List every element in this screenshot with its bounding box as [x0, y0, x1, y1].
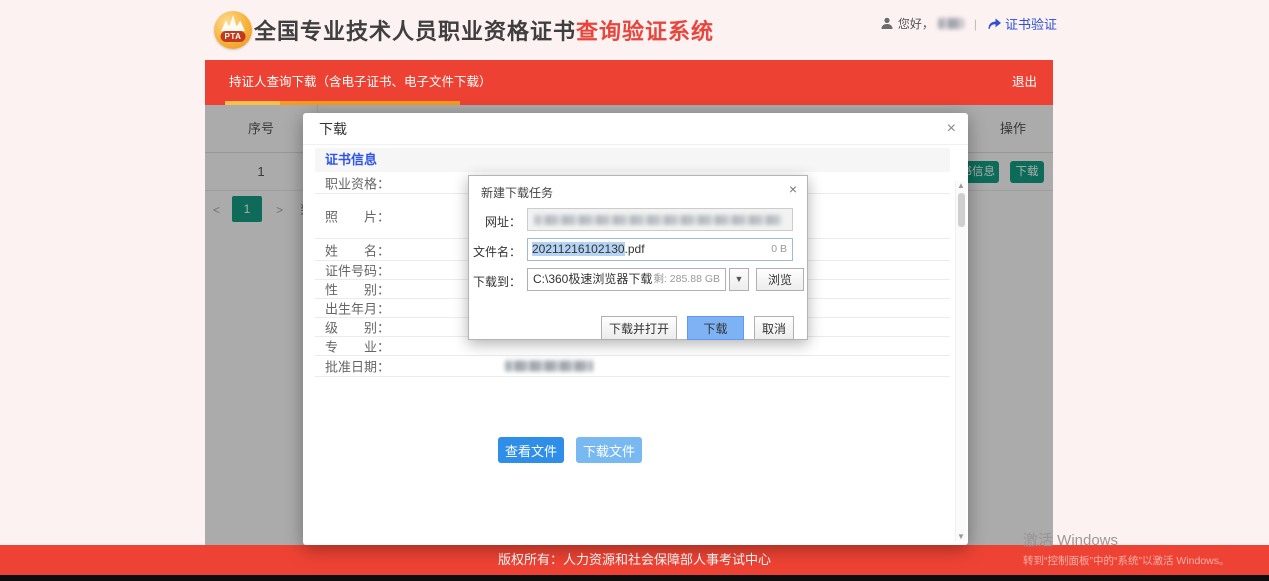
url-field	[527, 208, 793, 231]
file-buttons: 查看文件 下载文件	[498, 437, 642, 463]
scroll-down-icon[interactable]: ▼	[956, 532, 966, 541]
masked-approve-date	[505, 361, 593, 372]
filename-extension: .pdf	[625, 242, 645, 256]
field-approve-date: 批准日期：	[315, 356, 950, 377]
saveto-path-select[interactable]: C:\360极速浏览器下载 剩: 285.88 GB	[527, 268, 726, 291]
filename-label: 文件名：	[469, 243, 521, 260]
page-title-accent: 查询验证系统	[576, 19, 714, 44]
saveto-dropdown-arrow-icon[interactable]: ▼	[729, 268, 749, 291]
screen-bottom-edge	[0, 575, 1269, 581]
tab-holder-query-download[interactable]: 持证人查询下载（含电子证书、电子文件下载）	[205, 60, 516, 105]
view-file-button[interactable]: 查看文件	[498, 437, 564, 463]
divider: |	[974, 17, 977, 31]
greeting-text: 您好，	[898, 15, 934, 32]
modal-scrollbar[interactable]: ▲ ▼	[955, 181, 966, 541]
scrollbar-thumb[interactable]	[958, 193, 965, 227]
modal-close-icon[interactable]: ×	[947, 113, 956, 145]
nav-bar: 持证人查询下载（含电子证书、电子文件下载） 退出	[205, 60, 1053, 105]
certificate-verify-link[interactable]: 证书验证	[987, 14, 1057, 33]
free-space: 剩: 285.88 GB	[653, 269, 720, 290]
file-size: 0 B	[771, 239, 787, 260]
download-and-open-button[interactable]: 下载并打开	[601, 316, 677, 340]
share-arrow-icon	[987, 17, 1002, 30]
top-header: PTA 全国专业技术人员职业资格证书查询验证系统 您好， | 证书验证	[0, 0, 1269, 60]
dialog-cancel-button[interactable]: 取消	[754, 316, 794, 340]
pta-logo-icon: PTA	[214, 11, 252, 49]
saveto-label: 下载到：	[469, 273, 521, 290]
dialog-download-button[interactable]: 下载	[687, 316, 744, 340]
copyright-text: 版权所有：人力资源和社会保障部人事考试中心	[498, 552, 771, 567]
masked-username	[938, 18, 964, 29]
modal-header: 下载 ×	[303, 113, 968, 145]
scroll-up-icon[interactable]: ▲	[956, 181, 966, 190]
download-file-button[interactable]: 下载文件	[576, 437, 642, 463]
new-download-task-dialog: 新建下载任务 × 网址： 文件名： 20211216102130.pdf 0 B…	[468, 175, 808, 340]
filename-input[interactable]: 20211216102130.pdf 0 B	[527, 238, 793, 261]
page-title-main: 全国专业技术人员职业资格证书	[254, 19, 576, 44]
footer: 版权所有：人力资源和社会保障部人事考试中心	[0, 545, 1269, 575]
brand: PTA 全国专业技术人员职业资格证书查询验证系统	[214, 11, 714, 49]
certificate-verify-label: 证书验证	[1005, 14, 1057, 33]
tab-label: 持证人查询下载（含电子证书、电子文件下载）	[229, 75, 492, 89]
page-title: 全国专业技术人员职业资格证书查询验证系统	[254, 14, 714, 46]
section-title-cert-info: 证书信息	[315, 148, 950, 172]
filename-selected-text: 20211216102130	[532, 242, 625, 256]
modal-title: 下载	[319, 113, 347, 145]
dialog-close-icon[interactable]: ×	[789, 181, 797, 197]
url-label: 网址：	[469, 213, 521, 230]
dialog-title: 新建下载任务	[481, 184, 553, 201]
screen: PTA 全国专业技术人员职业资格证书查询验证系统 您好， | 证书验证	[0, 0, 1269, 581]
pta-logo-label: PTA	[221, 31, 246, 42]
browse-button[interactable]: 浏览	[756, 268, 804, 291]
saveto-path: C:\360极速浏览器下载	[533, 272, 652, 286]
masked-url-value	[534, 215, 782, 225]
user-icon	[880, 17, 894, 30]
user-box: 您好， | 证书验证	[880, 14, 1057, 33]
logout-button[interactable]: 退出	[1012, 60, 1037, 105]
